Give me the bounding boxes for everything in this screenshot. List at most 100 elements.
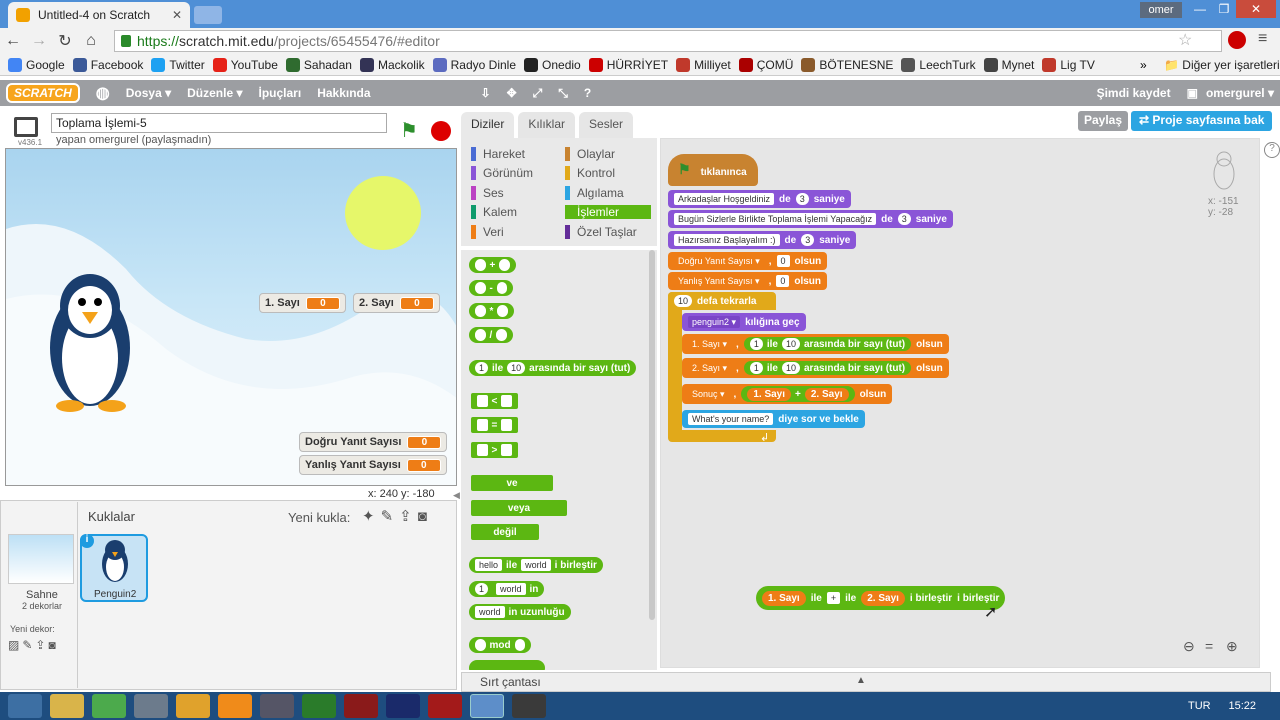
backdrop-paint-icon[interactable]: ✎ <box>22 638 35 652</box>
zoom-out-icon[interactable]: ⊖ <box>1183 638 1195 655</box>
set-random-block[interactable]: 1. Sayı ▾, 1 ile 10 arasında bir sayı (tut) o… <box>682 334 949 354</box>
say-block[interactable]: Hazırsanız Başlayalım :) de 3 saniye <box>668 231 857 249</box>
dreamweaver-icon[interactable] <box>302 694 336 718</box>
bookmark-item[interactable]: Milliyet <box>676 57 731 72</box>
app-icon[interactable] <box>218 694 252 718</box>
zoom-reset-icon[interactable]: = <box>1205 638 1213 654</box>
menu-tips[interactable]: İpuçları <box>259 86 302 100</box>
back-icon[interactable]: ← <box>0 32 26 50</box>
info-icon[interactable]: i <box>80 534 94 548</box>
menu-file[interactable]: Dosya ▾ <box>126 86 171 100</box>
scratch-logo[interactable]: SCRATCH <box>6 83 80 103</box>
loose-join-block[interactable]: 1. Sayı ile + ile 2. Sayı i birleştir i … <box>756 586 1006 610</box>
other-bookmarks[interactable]: 📁 Diğer yer işaretleri <box>1164 58 1280 72</box>
block-join[interactable]: hello ile world i birleştir <box>469 557 603 573</box>
collapse-stage-icon[interactable]: ◀ <box>453 490 460 501</box>
bookmark-item[interactable]: LeechTurk <box>901 57 976 72</box>
upload-icon[interactable]: ⇪ <box>399 508 418 525</box>
browser-tab[interactable]: Untitled-4 on Scratch ✕ <box>8 2 190 28</box>
shrink-icon[interactable]: ⤡ <box>558 86 568 101</box>
category-sound[interactable]: Ses <box>471 186 504 200</box>
cut-icon[interactable]: ✥ <box>507 86 517 100</box>
forward-icon[interactable]: → <box>26 32 52 50</box>
backdrop-library-icon[interactable]: ▨ <box>8 638 22 652</box>
set-random-block[interactable]: 2. Sayı ▾, 1 ile 10 arasında bir sayı (tut) o… <box>682 358 949 378</box>
backdrop-camera-icon[interactable]: ◙ <box>48 638 58 652</box>
app-icon[interactable] <box>92 694 126 718</box>
chrome-icon[interactable] <box>470 694 504 718</box>
backpack-toggle-icon[interactable]: ▲ <box>856 675 866 686</box>
block-not[interactable]: değil <box>471 524 539 540</box>
globe-icon[interactable]: ◍ <box>96 83 110 103</box>
maximize-icon[interactable]: ❐ <box>1210 0 1238 18</box>
fullscreen-icon[interactable] <box>14 117 38 137</box>
set-variable-block[interactable]: Yanlış Yanıt Sayısı ▾, 0 olsun <box>668 272 828 290</box>
bookmark-item[interactable]: Lig TV <box>1042 57 1095 72</box>
bookmark-item[interactable]: Twitter <box>151 57 205 72</box>
block-or[interactable]: veya <box>471 500 567 516</box>
block-and[interactable]: ve <box>471 475 553 491</box>
sprite-library-icon[interactable]: ✦ <box>362 508 381 525</box>
block-length-of[interactable]: world in uzunluğu <box>469 604 571 620</box>
category-operators[interactable]: İşlemler <box>565 205 651 219</box>
close-tab-icon[interactable]: ✕ <box>172 8 182 22</box>
category-pen[interactable]: Kalem <box>471 205 517 219</box>
set-variable-block[interactable]: Doğru Yanıt Sayısı ▾, 0 olsun <box>668 252 828 270</box>
block-round[interactable] <box>469 660 545 670</box>
explorer-icon[interactable] <box>50 694 84 718</box>
monitor-dogru[interactable]: Doğru Yanıt Sayısı 0 <box>299 432 448 452</box>
app-icon[interactable] <box>428 694 462 718</box>
stop-icon[interactable] <box>431 121 451 141</box>
clock[interactable]: 15:22 <box>1228 700 1256 712</box>
green-flag-icon[interactable]: ⚑ <box>400 118 418 143</box>
block-greater-than[interactable]: > <box>471 442 518 458</box>
backpack-bar[interactable]: Sırt çantası ▲ <box>461 672 1271 692</box>
monitor-sayi1[interactable]: 1. Sayı 0 <box>259 293 346 313</box>
duplicate-icon[interactable]: ⇩ <box>481 86 491 100</box>
sun-sprite[interactable] <box>345 176 421 250</box>
palette-scrollbar[interactable] <box>649 250 655 620</box>
help-icon[interactable]: ? <box>1264 142 1280 158</box>
bookmark-item[interactable]: YouTube <box>212 57 278 72</box>
bookmark-item[interactable]: Mackolik <box>359 57 425 72</box>
monitor-yanlis[interactable]: Yanlış Yanıt Sayısı 0 <box>299 455 447 475</box>
backdrop-upload-icon[interactable]: ⇪ <box>35 638 48 652</box>
bookmark-item[interactable]: BÖTENESNE <box>801 57 893 72</box>
app-icon[interactable] <box>260 694 294 718</box>
app-icon[interactable] <box>512 694 546 718</box>
app-icon[interactable] <box>176 694 210 718</box>
say-block[interactable]: Bugün Sizlerle Birlikte Toplama İşlemi Y… <box>668 210 953 228</box>
paint-icon[interactable]: ✎ <box>381 508 400 525</box>
home-icon[interactable]: ⌂ <box>78 32 104 50</box>
bookmark-star-icon[interactable]: ☆ <box>1178 30 1192 50</box>
block-multiply[interactable]: * <box>469 303 514 319</box>
folder-icon[interactable]: ▣ <box>1187 86 1198 100</box>
see-project-page-button[interactable]: ⇄ Proje sayfasına bak <box>1131 111 1273 131</box>
bookmark-item[interactable]: ÇOMÜ <box>738 57 793 72</box>
tab-sounds[interactable]: Sesler <box>579 112 634 138</box>
zoom-in-icon[interactable]: ⊕ <box>1226 638 1238 655</box>
block-mod[interactable]: mod <box>469 637 532 653</box>
bookmark-item[interactable]: Google <box>8 57 65 72</box>
bookmark-item[interactable]: Facebook <box>72 57 143 72</box>
block-subtract[interactable]: - <box>469 280 514 296</box>
block-equals[interactable]: = <box>471 417 518 433</box>
block-add[interactable]: + <box>469 257 516 273</box>
bookmark-item[interactable]: Mynet <box>983 57 1034 72</box>
category-data[interactable]: Veri <box>471 225 504 239</box>
new-tab-button[interactable] <box>194 6 222 24</box>
tab-scripts[interactable]: Diziler <box>461 112 515 138</box>
app-icon[interactable] <box>344 694 378 718</box>
app-icon[interactable] <box>134 694 168 718</box>
help-icon[interactable]: ? <box>584 86 591 100</box>
set-sum-block[interactable]: Sonuç ▾, 1. Sayı +2. Sayı olsun <box>682 384 893 404</box>
close-window-icon[interactable]: ✕ <box>1236 0 1276 18</box>
username-menu[interactable]: omergurel ▾ <box>1206 86 1274 100</box>
say-block[interactable]: Arkadaşlar Hoşgeldiniz de 3 saniye <box>668 190 851 208</box>
ask-and-wait-block[interactable]: What's your name? diye sor ve bekle <box>682 410 865 428</box>
address-bar[interactable]: https://scratch.mit.edu/projects/6545547… <box>114 30 1222 52</box>
menu-edit[interactable]: Düzenle ▾ <box>187 86 242 100</box>
category-motion[interactable]: Hareket <box>471 147 525 161</box>
bookmarks-more[interactable]: » <box>1140 58 1147 72</box>
menu-icon[interactable]: ≡ <box>1258 30 1267 48</box>
